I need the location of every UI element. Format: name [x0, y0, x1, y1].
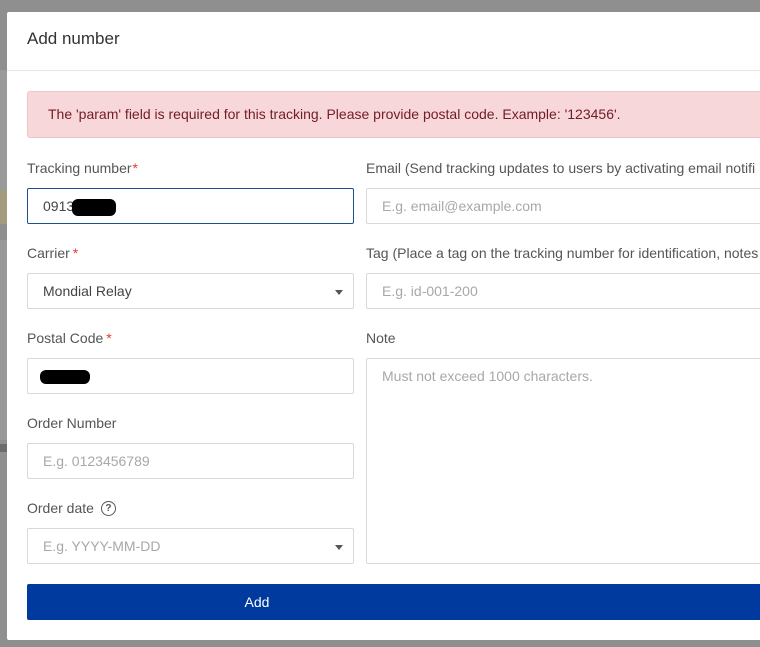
- carrier-label-text: Carrier: [27, 245, 70, 261]
- background-page: [0, 70, 7, 190]
- note-label: Note: [366, 330, 396, 346]
- redacted-mark: [72, 198, 117, 216]
- note-textarea[interactable]: Must not exceed 1000 characters.: [366, 358, 760, 564]
- add-number-modal: Add number The 'param' field is required…: [7, 12, 760, 640]
- carrier-label: Carrier *: [27, 243, 78, 263]
- order-date-picker[interactable]: E.g. YYYY-MM-DD: [27, 528, 354, 564]
- tracking-number-label: Tracking number *: [27, 158, 138, 178]
- carrier-value: Mondial Relay: [43, 283, 132, 299]
- order-date-label: Order date?: [27, 498, 116, 518]
- order-number-input[interactable]: E.g. 0123456789: [27, 443, 354, 479]
- tag-placeholder: E.g. id-001-200: [382, 283, 478, 299]
- error-alert: The 'param' field is required for this t…: [27, 91, 760, 138]
- modal-header: Add number: [7, 12, 760, 71]
- tracking-number-input[interactable]: 0913: [27, 188, 354, 224]
- background-page-divider: [0, 444, 7, 452]
- note-placeholder: Must not exceed 1000 characters.: [382, 368, 593, 384]
- chevron-down-icon: [335, 545, 343, 550]
- question-circle-icon[interactable]: ?: [100, 500, 116, 516]
- background-page-highlight: [0, 190, 7, 224]
- postal-code-label-text: Postal Code: [27, 330, 104, 346]
- required-mark: *: [132, 160, 138, 176]
- tag-input[interactable]: E.g. id-001-200: [366, 273, 760, 309]
- order-date-label-text: Order date: [27, 500, 94, 516]
- email-input[interactable]: E.g. email@example.com: [366, 188, 760, 224]
- order-date-placeholder: E.g. YYYY-MM-DD: [43, 538, 161, 554]
- modal-title: Add number: [27, 29, 120, 48]
- background-page: [0, 240, 7, 440]
- postal-code-label: Postal Code *: [27, 328, 112, 348]
- order-number-label: Order Number: [27, 415, 117, 431]
- required-mark: *: [106, 330, 112, 346]
- order-number-placeholder: E.g. 0123456789: [43, 453, 150, 469]
- carrier-select[interactable]: Mondial Relay: [27, 273, 354, 309]
- tracking-number-label-text: Tracking number: [27, 160, 132, 176]
- tracking-number-value: 0913: [43, 198, 75, 214]
- tag-label: Tag (Place a tag on the tracking number …: [366, 245, 759, 261]
- postal-code-input[interactable]: [27, 358, 354, 394]
- add-button[interactable]: Add: [27, 584, 760, 620]
- email-label: Email (Send tracking updates to users by…: [366, 160, 756, 176]
- redacted-mark: [40, 370, 90, 384]
- chevron-down-icon: [335, 290, 343, 295]
- required-mark: *: [72, 245, 79, 261]
- email-placeholder: E.g. email@example.com: [382, 198, 542, 214]
